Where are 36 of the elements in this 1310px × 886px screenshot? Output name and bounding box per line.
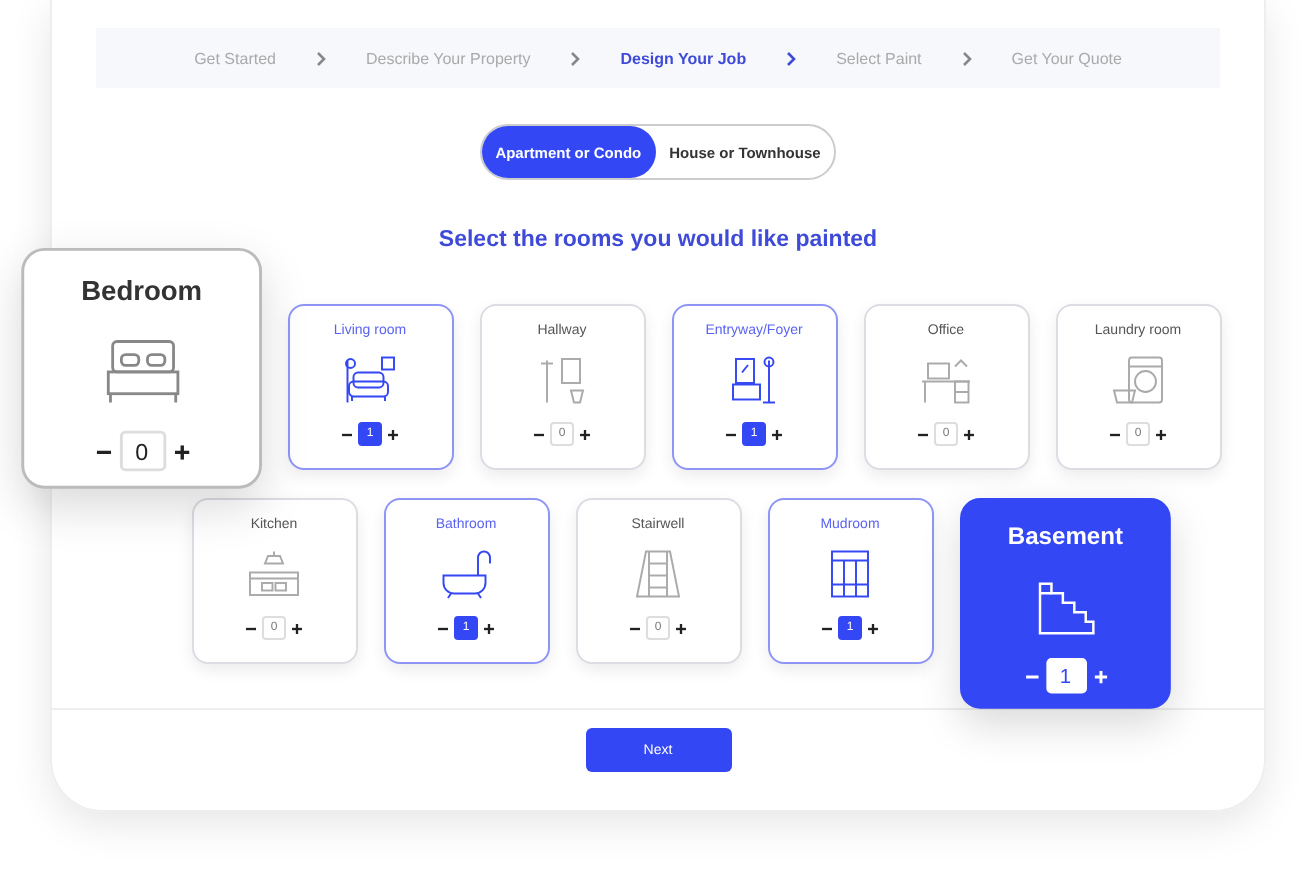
step-label: Get Your Quote	[1011, 49, 1122, 67]
count-field[interactable]: 1	[1044, 658, 1085, 694]
chevron-icon	[961, 51, 972, 65]
minus-icon[interactable]	[726, 429, 736, 439]
plus-icon[interactable]	[580, 429, 590, 439]
minus-icon[interactable]	[534, 429, 544, 439]
minus-icon[interactable]	[246, 623, 256, 633]
minus-icon[interactable]	[342, 429, 352, 439]
plus-icon[interactable]	[484, 623, 494, 633]
plus-icon[interactable]	[1092, 669, 1106, 683]
room-card[interactable]: Basement 1	[959, 498, 1170, 709]
minus-icon[interactable]	[438, 623, 448, 633]
chevron-icon	[315, 51, 326, 65]
heading: Select the rooms you would like painted	[438, 228, 878, 252]
room-name: Bedroom	[80, 276, 202, 309]
plus-icon[interactable]	[868, 623, 878, 633]
minus-icon[interactable]	[918, 429, 928, 439]
plus-icon[interactable]	[388, 429, 398, 439]
plus-icon[interactable]	[1156, 429, 1166, 439]
plus-icon[interactable]	[172, 443, 188, 459]
minus-icon[interactable]	[822, 623, 832, 633]
chevron-icon	[570, 51, 581, 65]
plus-icon[interactable]	[676, 623, 686, 633]
count-field[interactable]: 0	[117, 430, 164, 472]
step-label: Design Your Job	[620, 49, 747, 67]
plus-icon[interactable]	[964, 429, 974, 439]
plus-icon[interactable]	[292, 623, 302, 633]
chevron-icon	[786, 51, 797, 65]
room-name: Basement	[1006, 523, 1123, 552]
step-label: Get Started	[194, 49, 276, 67]
step-label: Describe Your Property	[365, 49, 531, 67]
plus-icon[interactable]	[772, 429, 782, 439]
minus-icon[interactable]	[1110, 429, 1120, 439]
room-card[interactable]: Bedroom 0	[20, 247, 261, 489]
step-label: Select Paint	[836, 49, 922, 67]
minus-icon[interactable]	[630, 623, 640, 633]
